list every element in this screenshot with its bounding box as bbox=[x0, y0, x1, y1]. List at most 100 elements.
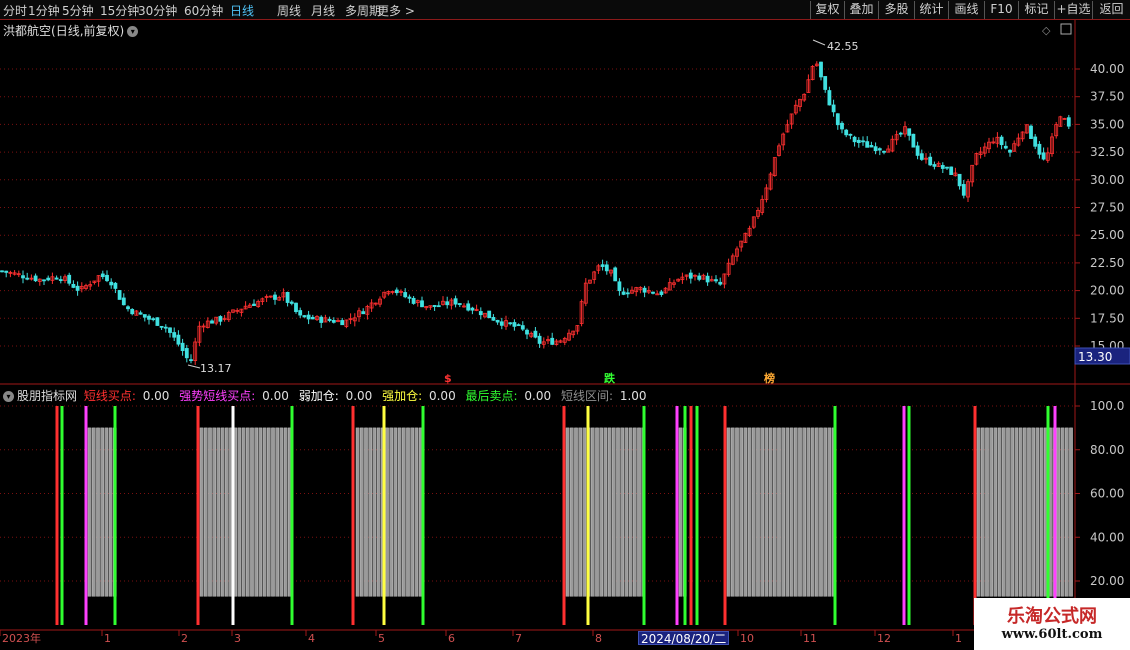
candle-body bbox=[394, 289, 399, 294]
range-bar bbox=[760, 427, 764, 597]
range-bar bbox=[997, 427, 1002, 597]
candle-body bbox=[714, 279, 718, 282]
ind-field-4: 最后卖点: 0.00 bbox=[465, 389, 552, 403]
candle-body bbox=[533, 330, 538, 338]
signal-line bbox=[351, 406, 355, 625]
signal-marker: 榜 bbox=[764, 371, 775, 385]
price-tick-label: 22.50 bbox=[1090, 256, 1124, 270]
range-bar bbox=[628, 427, 633, 597]
candle-body bbox=[159, 325, 164, 328]
candle-body bbox=[550, 337, 555, 345]
range-bar bbox=[237, 427, 242, 597]
range-bar bbox=[976, 427, 981, 597]
candle-body bbox=[46, 277, 51, 281]
range-bar bbox=[578, 427, 582, 597]
x-label: 11 bbox=[803, 632, 817, 645]
range-bar bbox=[570, 427, 574, 597]
candle-body bbox=[882, 150, 886, 153]
candle-body bbox=[525, 329, 529, 335]
candle-body bbox=[4, 270, 9, 273]
low-pointer bbox=[187, 364, 201, 369]
range-bar bbox=[258, 427, 263, 597]
price-tick-label: 27.50 bbox=[1090, 201, 1124, 215]
candle-body bbox=[898, 132, 903, 135]
candle-body bbox=[33, 275, 38, 282]
candle-body bbox=[613, 267, 618, 282]
candle-body bbox=[453, 298, 458, 305]
candle-body bbox=[319, 316, 324, 323]
range-bar bbox=[393, 427, 398, 597]
candle-body bbox=[520, 325, 525, 330]
candle-body bbox=[340, 320, 345, 326]
signal-line bbox=[60, 406, 64, 625]
signal-line bbox=[290, 406, 294, 625]
range-bar bbox=[624, 427, 629, 597]
candle-body bbox=[42, 279, 46, 282]
watermark-url: www.60lt.com bbox=[1001, 627, 1103, 642]
kline-chart[interactable]: 42.55 13.17 $ 跌 榜 40.00 37.50 35.00 32.50 30.00 2… bbox=[0, 0, 1130, 650]
candle-body bbox=[1037, 143, 1042, 155]
range-bar bbox=[250, 427, 254, 597]
candle-body bbox=[705, 275, 710, 283]
candle-body bbox=[865, 141, 870, 148]
range-bar bbox=[402, 427, 406, 597]
range-bar bbox=[254, 427, 259, 597]
range-bar bbox=[591, 427, 595, 597]
indicator-menu-icon[interactable]: ▾ bbox=[3, 391, 14, 402]
range-bar bbox=[355, 427, 360, 597]
ind-field-0: 短线买点: 0.00 bbox=[83, 389, 170, 403]
candle-body bbox=[457, 303, 462, 305]
candle-body bbox=[180, 342, 185, 352]
range-bar bbox=[785, 427, 790, 597]
range-bar bbox=[735, 427, 739, 597]
candle-body bbox=[852, 136, 857, 143]
range-bar bbox=[574, 427, 578, 597]
x-label: 2023年 bbox=[2, 631, 41, 645]
candle-body bbox=[25, 277, 30, 280]
candle-body bbox=[218, 316, 223, 322]
range-bar bbox=[1023, 427, 1027, 597]
candle-body bbox=[310, 316, 315, 320]
candle-body bbox=[600, 264, 605, 267]
candle-body bbox=[919, 153, 924, 160]
candle-body bbox=[831, 104, 836, 113]
price-tick-label: 20.00 bbox=[1090, 284, 1124, 298]
candle-body bbox=[361, 311, 366, 315]
range-bar bbox=[756, 427, 760, 597]
candle-body bbox=[294, 302, 298, 313]
candle-body bbox=[932, 164, 937, 167]
candle-body bbox=[697, 275, 702, 280]
signal-line bbox=[689, 406, 693, 625]
high-label: 42.55 bbox=[827, 40, 859, 53]
signal-line bbox=[902, 406, 906, 625]
signal-line bbox=[642, 406, 646, 625]
candle-body bbox=[189, 359, 193, 362]
x-label: 12 bbox=[877, 632, 891, 645]
x-label: 7 bbox=[515, 632, 522, 645]
range-bar bbox=[565, 427, 570, 597]
signal-line bbox=[1046, 406, 1050, 625]
candle-body bbox=[1033, 136, 1038, 147]
range-bar bbox=[1006, 427, 1010, 597]
candle-body bbox=[432, 305, 437, 307]
candle-body bbox=[827, 90, 832, 106]
candle-body bbox=[470, 307, 475, 311]
candle-body bbox=[512, 322, 517, 327]
signal-line bbox=[231, 406, 235, 625]
candle-body bbox=[621, 291, 626, 295]
candle-body bbox=[940, 165, 945, 169]
range-bar bbox=[815, 427, 819, 597]
candle-body bbox=[819, 61, 823, 78]
candle-body bbox=[856, 139, 861, 143]
signal-marker: $ bbox=[444, 372, 452, 385]
range-bar bbox=[397, 427, 402, 597]
range-bar bbox=[827, 427, 832, 597]
candle-body bbox=[142, 314, 147, 318]
range-bar bbox=[108, 427, 113, 597]
candle-body bbox=[718, 281, 723, 285]
x-label: 6 bbox=[448, 632, 455, 645]
candle-body bbox=[945, 166, 949, 169]
candle-body bbox=[117, 290, 122, 300]
ind-field-1: 强势短线买点: 0.00 bbox=[179, 389, 289, 403]
range-bar bbox=[385, 427, 389, 597]
